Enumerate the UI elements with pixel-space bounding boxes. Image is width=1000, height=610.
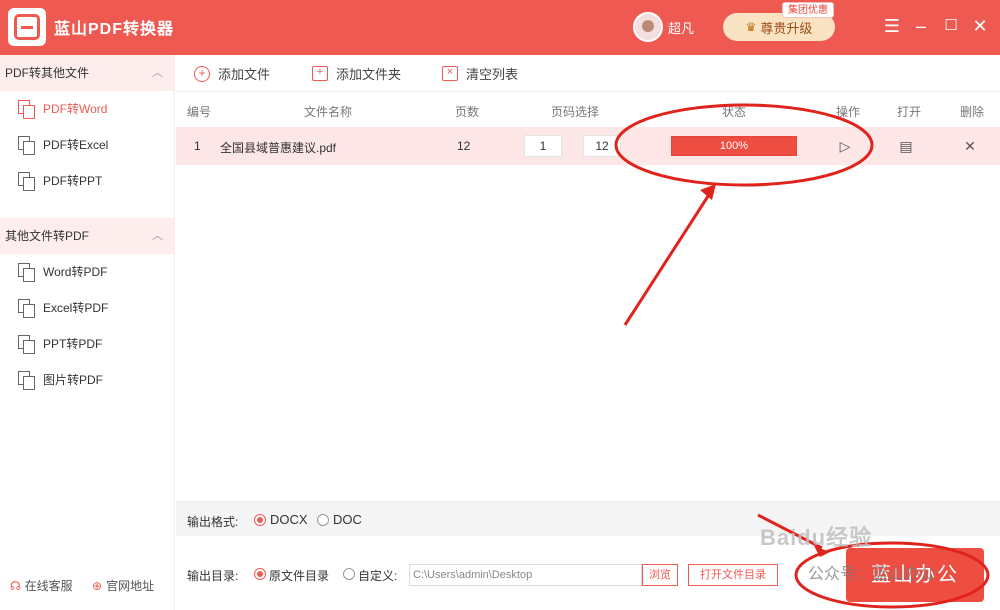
doc-label[interactable]: DOC [333, 512, 362, 527]
file-convert-icon [18, 263, 35, 282]
table-header: 编号 文件名称 页数 页码选择 状态 操作 打开 删除 [176, 92, 1000, 127]
row-index: 1 [194, 139, 201, 153]
col-status: 状态 [722, 105, 747, 119]
main-panel: + 添加文件 + 添加文件夹 × 清空列表 编号 文件名称 页数 页码选择 状态… [176, 55, 1000, 610]
file-convert-icon [18, 136, 35, 155]
format-label: 输出格式: [187, 515, 239, 529]
sidebar-item-label: 图片转PDF [43, 373, 104, 387]
sidebar-item-label: Excel转PDF [43, 301, 109, 315]
file-convert-icon [18, 299, 35, 318]
minimize-icon[interactable]: – [910, 15, 932, 37]
app-window: 蓝山PDF转换器 超凡 ♛ 尊贵升级 集团优惠 ☰ – ☐ ✕ PDF转其他文件… [0, 0, 1000, 610]
sidebar-item-pdf-to-word[interactable]: PDF转Word [0, 91, 175, 127]
chevron-up-icon: ︿ [152, 67, 163, 79]
sidebar-item-image-to-pdf[interactable]: 图片转PDF [0, 362, 175, 398]
toolbar: + 添加文件 + 添加文件夹 × 清空列表 [176, 55, 1000, 92]
maximize-icon[interactable]: ☐ [940, 15, 962, 37]
original-dir-label[interactable]: 原文件目录 [269, 567, 329, 584]
progress-bar: 100% [671, 136, 797, 156]
output-path-input[interactable]: C:\Users\admin\Desktop [409, 564, 642, 586]
watermark-text: Baidu经验 [760, 525, 873, 550]
watermark-sub-text: 公众号：蓝山办公 [808, 566, 937, 583]
radio-custom-dir[interactable] [343, 568, 355, 580]
page-from-input[interactable]: 1 [524, 135, 562, 157]
close-icon[interactable]: ✕ [969, 15, 991, 37]
col-page-range: 页码选择 [551, 105, 600, 119]
official-site-label: 官网地址 [106, 579, 155, 593]
upgrade-label: 尊贵升级 [760, 20, 813, 36]
output-format-bar: 输出格式: DOCX DOC [176, 501, 1000, 536]
progress-text: 100% [719, 140, 749, 152]
open-file-icon[interactable]: ▤ [897, 137, 915, 155]
sidebar-item-label: Word转PDF [43, 265, 108, 279]
file-convert-icon [18, 371, 35, 390]
section-label: PDF转其他文件 [5, 66, 90, 80]
section-label: 其他文件转PDF [5, 229, 90, 243]
radio-doc[interactable] [317, 514, 329, 526]
sidebar-item-pdf-to-ppt[interactable]: PDF转PPT [0, 163, 175, 199]
add-folder-label: 添加文件夹 [336, 67, 402, 82]
online-support-link[interactable]: ☊ 在线客服 [10, 577, 73, 594]
sidebar-section-other-to-pdf[interactable]: 其他文件转PDF ︿ [0, 218, 175, 254]
custom-dir-label[interactable]: 自定义: [358, 567, 397, 584]
sidebar-item-label: PDF转PPT [43, 174, 103, 188]
col-delete: 删除 [960, 105, 985, 119]
trash-icon: × [442, 66, 458, 81]
sidebar-item-excel-to-pdf[interactable]: Excel转PDF [0, 290, 175, 326]
sidebar-item-label: PDF转Excel [43, 138, 109, 152]
group-discount-badge[interactable]: 集团优惠 [782, 2, 834, 18]
col-pages: 页数 [455, 105, 480, 119]
sidebar-item-label: PDF转Word [43, 102, 108, 116]
row-filename: 全国县域普惠建议.pdf [220, 141, 337, 155]
sidebar-section-pdf-to-other[interactable]: PDF转其他文件 ︿ [0, 55, 175, 91]
clear-list-button[interactable]: × 清空列表 [442, 64, 518, 83]
user-avatar[interactable] [633, 12, 663, 42]
add-file-label: 添加文件 [218, 67, 271, 82]
support-label: 在线客服 [24, 579, 73, 593]
file-convert-icon [18, 100, 35, 119]
sidebar: PDF转其他文件 ︿ PDF转Word PDF转Excel PDF转PPT 其他… [0, 55, 175, 610]
radio-docx[interactable] [254, 514, 266, 526]
add-folder-button[interactable]: + 添加文件夹 [312, 64, 401, 83]
clear-list-label: 清空列表 [466, 67, 519, 82]
page-to-input[interactable]: 12 [583, 135, 621, 157]
sidebar-item-word-to-pdf[interactable]: Word转PDF [0, 254, 175, 290]
crown-icon: ♛ [745, 20, 757, 34]
sidebar-item-pdf-to-excel[interactable]: PDF转Excel [0, 127, 175, 163]
col-action: 操作 [836, 105, 861, 119]
app-logo-icon [8, 8, 46, 46]
col-index: 编号 [187, 105, 212, 119]
title-bar: 蓝山PDF转换器 超凡 ♛ 尊贵升级 集团优惠 ☰ – ☐ ✕ [0, 0, 1000, 55]
plus-circle-icon: + [194, 65, 210, 82]
play-icon[interactable]: ▷ [836, 137, 854, 155]
row-pages: 12 [457, 139, 471, 153]
add-file-button[interactable]: + 添加文件 [194, 64, 270, 83]
sidebar-item-label: PPT转PDF [43, 337, 103, 351]
username[interactable]: 超凡 [668, 18, 694, 37]
docx-label[interactable]: DOCX [270, 512, 308, 527]
menu-icon[interactable]: ☰ [881, 15, 903, 37]
col-filename: 文件名称 [304, 105, 353, 119]
radio-original-dir[interactable] [254, 568, 266, 580]
dir-label: 输出目录: [187, 569, 239, 583]
file-convert-icon [18, 172, 35, 191]
delete-icon[interactable]: ✕ [961, 137, 979, 155]
folder-plus-icon: + [312, 66, 328, 81]
chevron-up-icon: ︿ [152, 230, 163, 242]
sidebar-item-ppt-to-pdf[interactable]: PPT转PDF [0, 326, 175, 362]
table-row[interactable]: 1 全国县域普惠建议.pdf 12 1 12 100% ▷ ▤ ✕ [176, 127, 1000, 165]
headset-icon: ☊ [10, 579, 21, 593]
browse-button[interactable]: 浏览 [642, 564, 678, 586]
globe-icon: ⊕ [92, 579, 103, 593]
open-folder-button[interactable]: 打开文件目录 [688, 564, 778, 586]
app-title: 蓝山PDF转换器 [54, 21, 175, 38]
file-convert-icon [18, 335, 35, 354]
official-site-link[interactable]: ⊕ 官网地址 [92, 577, 154, 594]
col-open: 打开 [897, 105, 922, 119]
